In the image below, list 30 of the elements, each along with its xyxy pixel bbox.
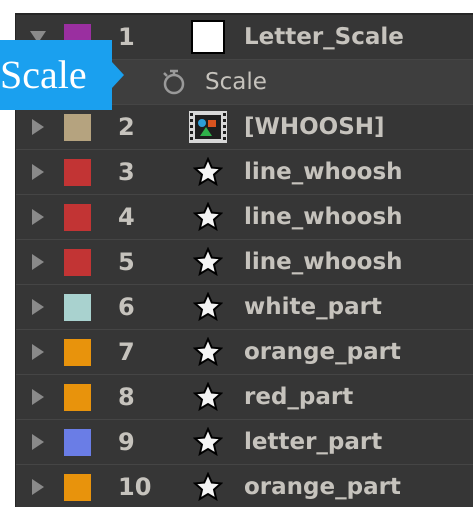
- property-name[interactable]: Scale: [205, 69, 267, 95]
- layer-name[interactable]: line_whoosh: [244, 204, 403, 230]
- label-color-swatch[interactable]: [64, 384, 91, 410]
- layer-number: 5: [118, 248, 136, 276]
- layer-name[interactable]: line_whoosh: [244, 249, 403, 275]
- label-color-swatch[interactable]: [64, 248, 91, 276]
- layer-name[interactable]: orange_part: [244, 339, 401, 365]
- label-color-swatch[interactable]: [64, 428, 91, 456]
- layer-name[interactable]: orange_part: [244, 474, 401, 500]
- layer-name[interactable]: Letter_Scale: [244, 24, 404, 50]
- layer-number: 10: [118, 473, 152, 501]
- label-color-swatch[interactable]: [64, 338, 91, 366]
- stopwatch-icon[interactable]: [161, 68, 187, 96]
- layer-number: 7: [118, 338, 136, 366]
- label-color-swatch[interactable]: [64, 204, 91, 230]
- label-color-swatch[interactable]: [64, 158, 91, 186]
- layer-number: 4: [118, 203, 136, 231]
- label-color-swatch[interactable]: [64, 114, 91, 140]
- label-color-swatch[interactable]: [64, 474, 91, 500]
- layer-number: 2: [118, 113, 136, 141]
- layer-number: 3: [118, 158, 136, 186]
- layer-number: 9: [118, 428, 136, 456]
- layer-name[interactable]: letter_part: [244, 429, 382, 455]
- layer-name[interactable]: white_part: [244, 294, 382, 320]
- layer-name[interactable]: line_whoosh: [244, 159, 403, 185]
- layer-name[interactable]: red_part: [244, 384, 354, 410]
- layer-number: 6: [118, 293, 136, 321]
- layer-name[interactable]: [WHOOSH]: [244, 114, 385, 140]
- label-color-swatch[interactable]: [64, 294, 91, 320]
- layer-number: 8: [118, 383, 136, 411]
